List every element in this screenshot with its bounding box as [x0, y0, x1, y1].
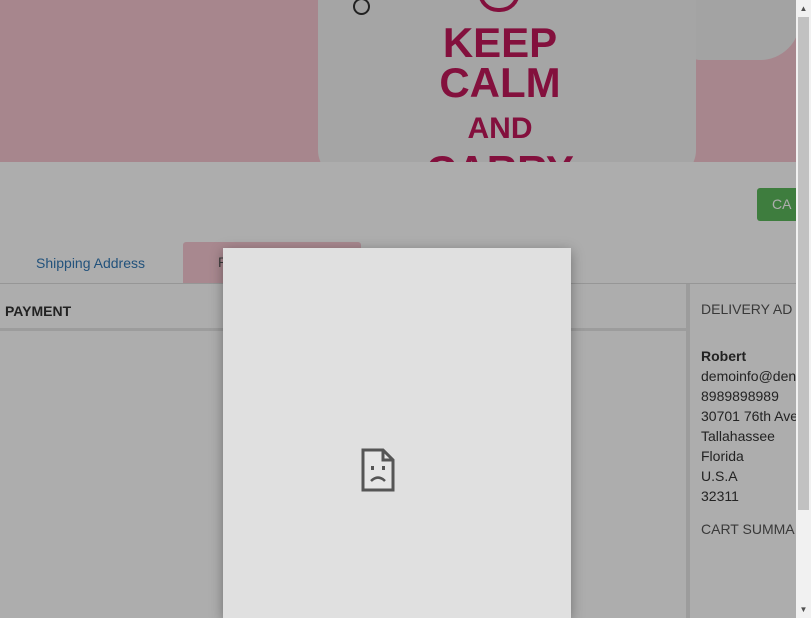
scroll-down-arrow-icon[interactable]: ▼	[796, 601, 811, 618]
vertical-scrollbar[interactable]: ▲ ▼	[796, 0, 811, 618]
scroll-up-arrow-icon[interactable]: ▲	[796, 0, 811, 17]
payment-frame-modal[interactable]	[223, 248, 571, 618]
scroll-thumb[interactable]	[798, 17, 809, 510]
checkout-page: KEEP CALM AND CARRY CA Shipping Address …	[0, 0, 811, 618]
broken-page-icon	[361, 448, 395, 492]
